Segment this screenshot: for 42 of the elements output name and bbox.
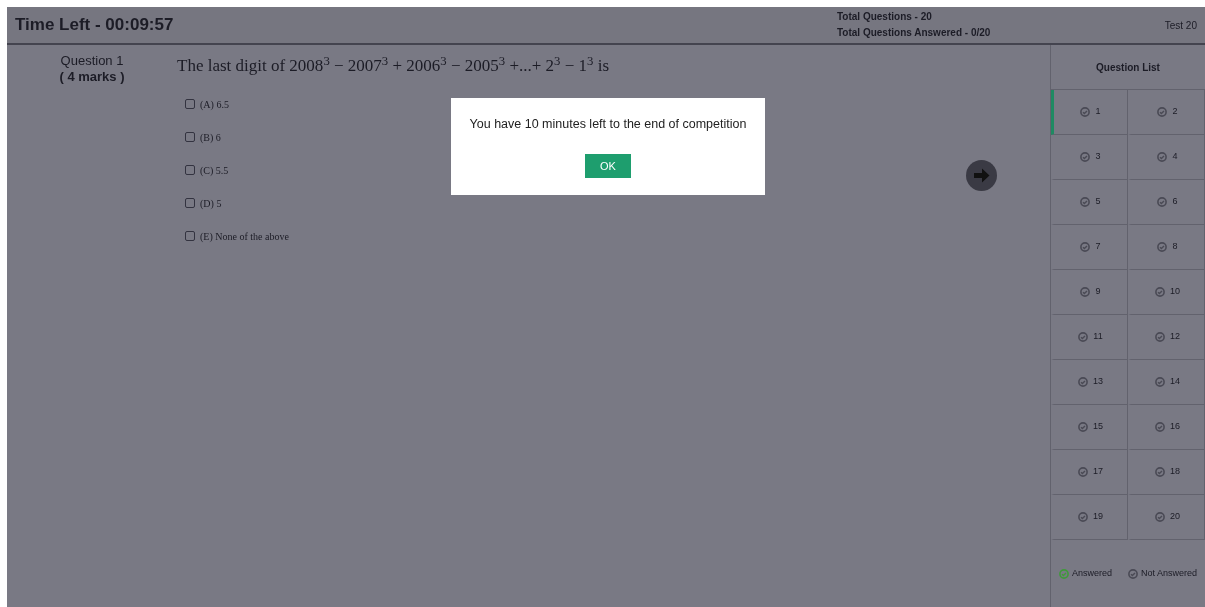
option-label: (C) 5.5: [200, 163, 229, 178]
question-number: Question 1: [59, 53, 125, 69]
question-list-item[interactable]: 19: [1051, 495, 1128, 540]
ok-button[interactable]: OK: [585, 153, 631, 179]
option-label: (B) 6: [200, 130, 221, 145]
question-list-item[interactable]: 1: [1051, 90, 1128, 135]
question-list-item[interactable]: 2: [1128, 90, 1205, 135]
question-list-item[interactable]: 20: [1128, 495, 1205, 540]
question-list-item[interactable]: 9: [1051, 270, 1128, 315]
question-list-item[interactable]: 12: [1128, 315, 1205, 360]
answered-count-text: Total Questions Answered - 0/20: [837, 26, 992, 40]
question-list-item[interactable]: 16: [1128, 405, 1205, 450]
question-marks: ( 4 marks ): [58, 68, 126, 85]
timer-text: Time Left - 00:09:57: [15, 14, 174, 37]
question-list-item[interactable]: 17: [1051, 450, 1128, 495]
option-checkbox[interactable]: [185, 132, 195, 142]
option-checkbox[interactable]: [185, 165, 195, 175]
option-checkbox[interactable]: [185, 231, 195, 241]
question-list-item[interactable]: 13: [1051, 360, 1128, 405]
question-list-item[interactable]: 11: [1051, 315, 1128, 360]
option-label: (A) 6.5: [200, 97, 229, 112]
test-name: Test 20: [1163, 18, 1197, 33]
question-list-item[interactable]: 7: [1051, 225, 1128, 270]
question-list-item[interactable]: 10: [1128, 270, 1205, 315]
question-list-item[interactable]: 4: [1128, 135, 1205, 180]
question-list-item[interactable]: 15: [1051, 405, 1128, 450]
total-questions-text: Total Questions - 20: [837, 10, 933, 24]
legend-label: Not Answered: [1141, 566, 1197, 580]
question-list-item[interactable]: 6: [1128, 180, 1205, 225]
dialog-message: You have 10 minutes left to the end of competition: [468, 116, 748, 133]
option-checkbox[interactable]: [185, 99, 195, 109]
question-list-title: Question List: [1051, 45, 1205, 90]
question-list-item[interactable]: 3: [1051, 135, 1128, 180]
question-list-item[interactable]: 18: [1128, 450, 1205, 495]
question-list-item[interactable]: 8: [1128, 225, 1205, 270]
option-label: (E) None of the above: [200, 229, 289, 244]
option-label: (D) 5: [200, 196, 222, 211]
question-list-item[interactable]: 5: [1051, 180, 1128, 225]
question-text: The last digit of 2008$^{3}$ − 2007$^{3}$ + 2006$^{3}$ − 2005$^{3}$ +...+ 2$^{3}$ − 1$^{3}$ is: [177, 53, 611, 77]
question-list-item[interactable]: 14: [1128, 360, 1205, 405]
legend-label: Answered: [1072, 566, 1112, 580]
option-checkbox[interactable]: [185, 198, 195, 208]
